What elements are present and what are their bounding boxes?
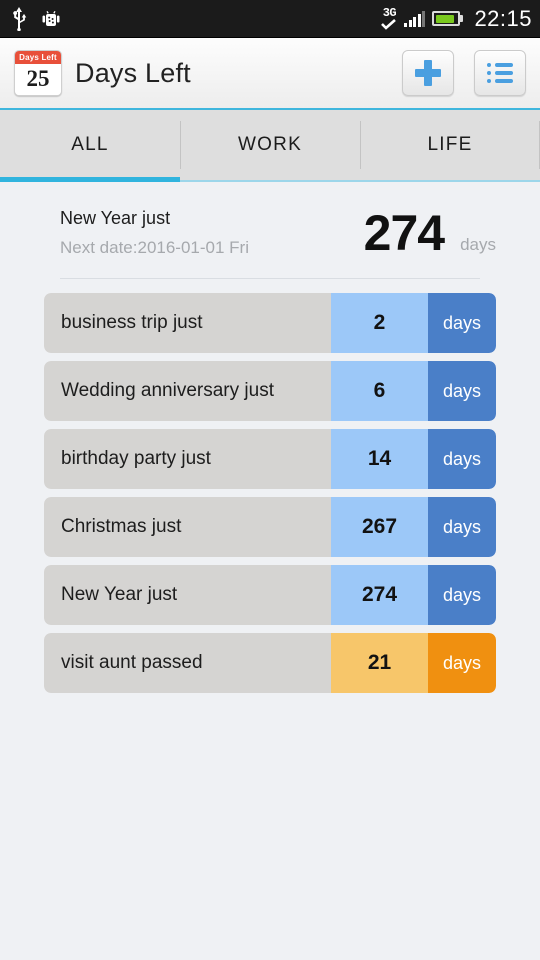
- featured-event[interactable]: New Year just Next date:2016-01-01 Fri 2…: [0, 182, 540, 262]
- event-name: New Year just: [44, 565, 331, 625]
- featured-event-countdown: 274 days: [364, 204, 496, 262]
- event-name: business trip just: [44, 293, 331, 353]
- list-icon: [487, 63, 513, 83]
- tab-work[interactable]: WORK: [180, 110, 360, 180]
- event-unit: days: [428, 565, 496, 625]
- tab-bar: ALL WORK LIFE: [0, 110, 540, 182]
- featured-event-title: New Year just: [60, 208, 171, 228]
- app-icon-header: Days Left: [15, 51, 61, 64]
- event-unit: days: [428, 497, 496, 557]
- tab-life-label: LIFE: [427, 134, 473, 155]
- event-list: business trip just 2 days Wedding annive…: [0, 279, 540, 693]
- status-bar-right-icons: 3G 22:15: [381, 6, 532, 32]
- plus-icon: [415, 60, 441, 86]
- tab-all-label: ALL: [71, 134, 109, 155]
- event-days: 274: [331, 565, 428, 625]
- event-name: visit aunt passed: [44, 633, 331, 693]
- featured-event-next-date: Next date:2016-01-01 Fri: [60, 238, 249, 257]
- featured-event-unit: days: [460, 235, 496, 254]
- battery-icon: [432, 11, 464, 26]
- event-days: 267: [331, 497, 428, 557]
- event-unit: days: [428, 361, 496, 421]
- signal-strength-icon: [404, 10, 426, 27]
- featured-event-days: 274: [363, 205, 445, 261]
- status-bar-left-icons: [10, 6, 62, 31]
- usb-icon: [13, 6, 27, 31]
- table-row[interactable]: Christmas just 267 days: [44, 497, 496, 557]
- event-name: Christmas just: [44, 497, 331, 557]
- action-bar-buttons: [402, 50, 526, 96]
- network-type-icon: 3G: [381, 7, 397, 31]
- event-unit: days: [428, 293, 496, 353]
- status-bar: 3G 22:15: [0, 0, 540, 38]
- tab-life[interactable]: LIFE: [360, 110, 540, 180]
- table-row[interactable]: visit aunt passed 21 days: [44, 633, 496, 693]
- event-unit: days: [428, 633, 496, 693]
- event-days: 6: [331, 361, 428, 421]
- table-row[interactable]: birthday party just 14 days: [44, 429, 496, 489]
- tab-work-label: WORK: [238, 134, 302, 155]
- list-view-button[interactable]: [474, 50, 526, 96]
- event-name: Wedding anniversary just: [44, 361, 331, 421]
- event-days: 14: [331, 429, 428, 489]
- table-row[interactable]: business trip just 2 days: [44, 293, 496, 353]
- event-unit: days: [428, 429, 496, 489]
- event-days: 21: [331, 633, 428, 693]
- network-type-label: 3G: [382, 5, 397, 20]
- app-icon: Days Left 25: [14, 50, 62, 96]
- page-title: Days Left: [75, 57, 191, 88]
- event-days: 2: [331, 293, 428, 353]
- action-bar: Days Left 25 Days Left: [0, 38, 540, 110]
- add-event-button[interactable]: [402, 50, 454, 96]
- featured-event-text: New Year just Next date:2016-01-01 Fri: [60, 204, 249, 258]
- table-row[interactable]: Wedding anniversary just 6 days: [44, 361, 496, 421]
- app-icon-day-number: 25: [15, 64, 61, 95]
- status-bar-clock: 22:15: [474, 5, 532, 31]
- android-debug-icon: [42, 10, 60, 26]
- check-icon: [381, 18, 397, 30]
- event-name: birthday party just: [44, 429, 331, 489]
- table-row[interactable]: New Year just 274 days: [44, 565, 496, 625]
- tab-all[interactable]: ALL: [0, 110, 180, 182]
